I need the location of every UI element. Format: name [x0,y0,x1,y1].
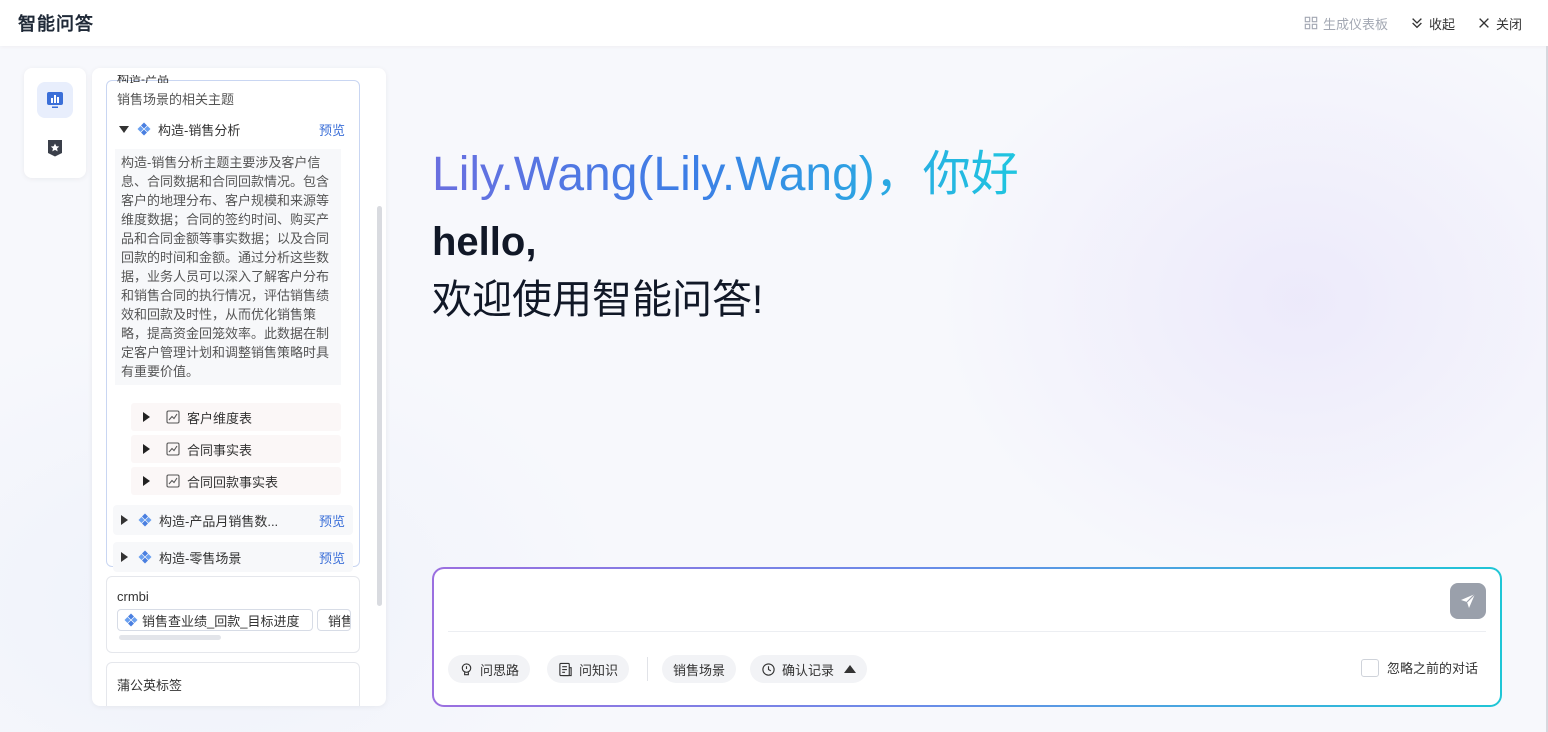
topic-group-dandelion: 蒲公英标签 [106,662,360,706]
ask-ideas-button[interactable]: 问思路 [448,655,531,683]
topic-row-product-monthly[interactable]: 构造-产品月销售数... 预览 [113,505,353,535]
send-icon [1461,593,1476,608]
topic-chip[interactable]: 销售查业绩_回款_目标进度 [117,609,313,631]
caret-right-icon[interactable] [121,552,128,562]
confirm-records-label: 确认记录 [782,662,835,678]
ask-ideas-label: 问思路 [480,662,520,678]
topic-group-crmbi: crmbi 销售查业绩_回款_目标进度 销售 [106,576,360,653]
table-row-contract-fact[interactable]: 合同事实表 [131,435,341,463]
preview-link[interactable]: 预览 [319,511,345,530]
app-header: 智能问答 生成仪表板 收起 关闭 [0,0,1548,46]
ignore-history-option[interactable]: 忽略之前的对话 [1360,658,1478,677]
generate-dashboard-label: 生成仪表板 [1322,16,1388,32]
topic-chip[interactable]: 销售 [317,609,351,631]
header-actions: 生成仪表板 收起 关闭 [1304,14,1522,33]
greeting-hello: hello, [432,220,537,264]
input-inner: 问思路 问知识 销售场景 确认记录 忽略之前的对话 [434,569,1500,705]
generate-dashboard-button[interactable]: 生成仪表板 [1304,14,1388,33]
scene-selector[interactable]: 销售场景 [662,655,737,683]
chip-scrollbar[interactable] [119,635,221,640]
topic-diamond-icon [137,122,151,136]
dashboard-icon [1304,16,1318,30]
chip-label: 销售查业绩_回款_目标进度 [142,613,300,629]
lightbulb-icon [461,662,472,675]
group-name: 蒲公英标签 [117,678,183,693]
ignore-history-checkbox[interactable] [1360,658,1379,677]
input-divider [448,631,1486,632]
star-badge-icon [48,140,62,157]
double-chevron-down-icon [1412,18,1422,29]
send-button[interactable] [1450,583,1486,619]
rail-favorites-button[interactable] [37,130,73,166]
line-chart-icon [166,410,180,424]
chip-label: 销售 [328,613,350,629]
table-row-customer-dim[interactable]: 客户维度表 [131,403,341,431]
caret-right-icon[interactable] [143,444,150,454]
close-button[interactable]: 关闭 [1477,14,1522,33]
topic-diamond-icon [138,550,152,564]
topic-row-retail[interactable]: 构造-零售场景 预览 [113,542,353,572]
table-name: 客户维度表 [187,410,253,426]
topic-description: 构造-销售分析主题主要涉及客户信息、合同数据和合同回款情况。包含客户的地理分布、… [115,149,341,385]
caret-up-icon [844,665,857,673]
question-input-box: 问思路 问知识 销售场景 确认记录 忽略之前的对话 [432,567,1502,707]
line-chart-icon [166,442,180,456]
caret-right-icon[interactable] [143,476,150,486]
document-icon [559,662,572,676]
topic-name: 构造-零售场景 [159,550,242,566]
ask-knowledge-button[interactable]: 问知识 [547,655,630,683]
line-chart-icon [166,474,180,488]
app-title: 智能问答 [18,14,94,34]
table-row-payment-fact[interactable]: 合同回款事实表 [131,467,341,495]
question-input[interactable] [450,583,1440,627]
preview-link[interactable]: 预览 [319,548,345,567]
bar-chart-monitor-icon [47,92,63,108]
greeting-welcome: 欢迎使用智能问答! [432,278,764,322]
close-label: 关闭 [1495,16,1522,32]
group-name: crmbi [117,589,149,604]
group-title-cut: 构造-产品 [117,75,169,83]
table-name: 合同回款事实表 [187,474,279,490]
close-icon [1479,18,1489,28]
preview-link[interactable]: 预览 [319,120,345,139]
clock-icon [762,662,775,676]
ask-knowledge-label: 问知识 [579,662,619,678]
caret-right-icon[interactable] [121,515,128,525]
topic-panel: 构造-产品 销售场景的相关主题 构造-销售分析 预览 构造-销售分析主题主要涉及… [92,68,386,706]
group-subtitle: 销售场景的相关主题 [117,92,235,107]
caret-right-icon[interactable] [143,412,150,422]
collapse-label: 收起 [1428,16,1455,32]
topic-group-sales: 构造-产品 销售场景的相关主题 构造-销售分析 预览 构造-销售分析主题主要涉及… [106,75,360,572]
topic-diamond-icon [138,513,152,527]
side-rail [24,68,86,178]
topic-name: 构造-销售分析 [158,122,241,138]
scene-label: 销售场景 [673,662,726,678]
greeting-name: Lily.Wang(Lily.Wang)，你好 [432,145,1019,205]
collapse-button[interactable]: 收起 [1410,14,1455,33]
panel-scroll-thumb[interactable] [377,206,382,606]
table-name: 合同事实表 [187,442,253,458]
rail-topics-button[interactable] [37,82,73,118]
topic-diamond-icon [124,613,138,627]
ignore-history-label: 忽略之前的对话 [1386,661,1478,676]
caret-down-icon[interactable] [119,125,129,133]
tool-separator [647,657,648,681]
topic-row-sales-analysis[interactable]: 构造-销售分析 预览 [113,114,353,144]
confirm-records-button[interactable]: 确认记录 [750,655,868,683]
topic-name: 构造-产品月销售数... [159,513,279,529]
panel-scrollbar[interactable] [377,76,382,696]
